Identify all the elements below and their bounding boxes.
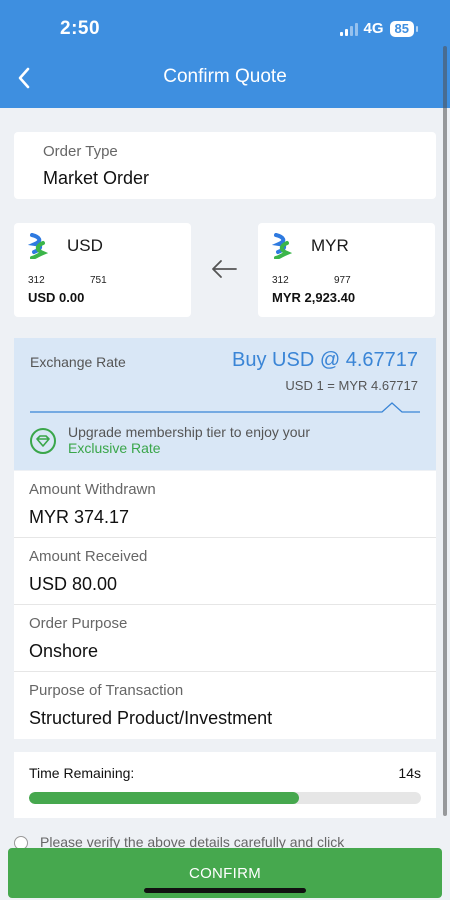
network-type: 4G (363, 20, 384, 37)
time-progress-fill (29, 792, 300, 804)
exclusive-rate-link[interactable]: Exclusive Rate (68, 440, 161, 456)
currency-from-amount: USD 0.00 (28, 290, 85, 305)
upgrade-text: Upgrade membership tier to enjoy your (68, 424, 311, 440)
currency-to-code: MYR (311, 236, 349, 255)
app-header: 2:50 4G 85 Confirm Quote (0, 0, 450, 108)
currency-from-card[interactable]: USD 312 751 USD 0.00 (14, 223, 191, 317)
time-remaining-label: Time Remaining: (29, 765, 135, 781)
detail-label: Purpose of Transaction (29, 682, 184, 699)
detail-row-order-purpose: Order Purpose Onshore (14, 605, 436, 672)
order-type-card: Order Type Market Order (14, 132, 436, 199)
rate-divider (30, 402, 420, 413)
exchange-rate-label: Exchange Rate (30, 354, 126, 370)
detail-value: Onshore (29, 641, 99, 661)
order-type-label: Order Type (43, 143, 118, 160)
home-indicator (144, 888, 306, 893)
currency-from-small-left: 312 (28, 275, 45, 286)
exchange-rate-conversion: USD 1 = MYR 4.67717 (285, 378, 418, 393)
detail-label: Amount Withdrawn (29, 481, 156, 498)
bank-logo-icon (28, 233, 48, 259)
detail-row-amount-received: Amount Received USD 80.00 (14, 538, 436, 605)
currency-from-small-right: 751 (90, 275, 107, 286)
status-indicators: 4G 85 (339, 20, 419, 37)
time-remaining-value: 14s (398, 765, 421, 781)
transaction-details: Amount Withdrawn MYR 374.17 Amount Recei… (14, 471, 436, 739)
detail-value: USD 80.00 (29, 574, 118, 594)
exchange-rate-value: Buy USD @ 4.67717 (232, 349, 418, 371)
status-time: 2:50 (60, 18, 101, 39)
signal-icon (339, 22, 358, 36)
detail-row-purpose-of-transaction: Purpose of Transaction Structured Produc… (14, 672, 436, 739)
detail-row-amount-withdrawn: Amount Withdrawn MYR 374.17 (14, 471, 436, 538)
detail-value: MYR 374.17 (29, 507, 130, 527)
bank-logo-icon (272, 233, 292, 259)
detail-value: Structured Product/Investment (29, 708, 273, 728)
order-type-value: Market Order (43, 168, 150, 188)
scrollbar[interactable] (443, 46, 447, 816)
currency-to-small-right: 977 (334, 275, 351, 286)
page-title: Confirm Quote (163, 66, 287, 87)
diamond-icon (30, 428, 56, 454)
exchange-rate-panel: Exchange Rate Buy USD @ 4.67717 USD 1 = … (14, 338, 436, 470)
currency-to-amount: MYR 2,923.40 (272, 290, 356, 305)
time-remaining-card: Time Remaining: 14s (14, 752, 436, 818)
time-progress-bar (29, 792, 421, 804)
currency-to-small-left: 312 (272, 275, 289, 286)
detail-label: Amount Received (29, 548, 148, 565)
arrow-left-icon (212, 260, 237, 278)
detail-label: Order Purpose (29, 615, 128, 632)
currency-to-card[interactable]: MYR 312 977 MYR 2,923.40 (258, 223, 435, 317)
battery-icon: 85 (389, 20, 419, 37)
currency-from-code: USD (67, 236, 103, 255)
